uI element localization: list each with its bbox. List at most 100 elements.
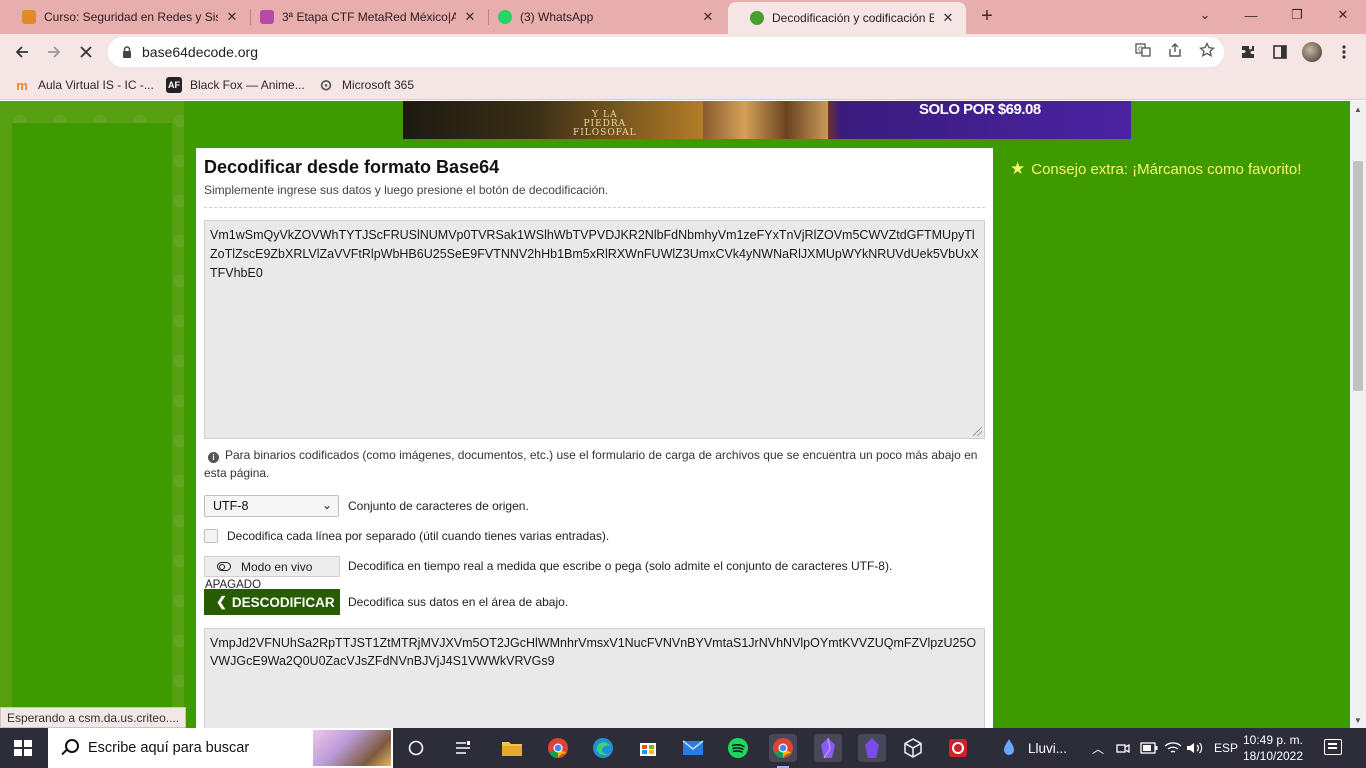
chevron-down-icon: ⌄ <box>321 498 332 512</box>
close-icon[interactable]: ✕ <box>700 9 716 25</box>
bookmark-label: Aula Virtual IS - IC -... <box>38 78 154 92</box>
decode-button-label: DESCODIFICAR <box>231 594 335 610</box>
base64-icon <box>750 11 764 25</box>
mail-icon[interactable] <box>679 734 707 762</box>
forward-button[interactable] <box>40 38 68 66</box>
tab-title: 3ª Etapa CTF MetaRed México|Ar <box>282 10 456 24</box>
line-by-line-checkbox[interactable] <box>204 529 218 543</box>
scrollbar-thumb[interactable] <box>1353 161 1363 391</box>
page-viewport: Y LA PIEDRA FILOSOFAL SOLO POR $69.08 De… <box>0 101 1350 728</box>
spotify-icon[interactable] <box>724 734 752 762</box>
whatsapp-icon <box>498 10 512 24</box>
address-bar[interactable]: base64decode.org <box>108 37 1224 67</box>
input-language[interactable]: ESP <box>1214 728 1238 768</box>
close-icon[interactable]: ✕ <box>940 10 956 26</box>
bookmark-microsoft-365[interactable]: ⊙ Microsoft 365 <box>318 76 414 94</box>
close-icon <box>80 46 92 58</box>
left-sidebar-panel <box>12 123 172 728</box>
tab-title: (3) WhatsApp <box>520 10 594 24</box>
close-window-button[interactable]: ✕ <box>1320 0 1366 30</box>
page-subtitle: Simplemente ingrese sus datos y luego pr… <box>204 183 609 197</box>
extensions-icon[interactable] <box>1238 42 1258 62</box>
tab-search-button[interactable]: ⌄ <box>1182 0 1228 30</box>
chrome-active-icon[interactable] <box>769 734 797 768</box>
task-view-icon[interactable] <box>402 734 430 762</box>
windows-start-icon[interactable] <box>14 740 32 756</box>
chevron-up-icon: ︿ <box>1092 741 1105 756</box>
side-panel-icon[interactable] <box>1270 42 1290 62</box>
status-bubble: Esperando a csm.da.us.criteo.... <box>0 707 187 728</box>
tray-camera-icon[interactable] <box>1116 728 1130 768</box>
toggle-icon <box>217 562 231 571</box>
show-hidden-icons[interactable]: ︿ <box>1092 728 1104 768</box>
app-red-icon[interactable] <box>944 734 972 762</box>
bookmark-label: Microsoft 365 <box>342 78 415 92</box>
chrome-icon[interactable] <box>544 734 572 762</box>
tab-base64[interactable]: Decodificación y codificación Base64 ✕ <box>728 2 966 34</box>
live-mode-toggle[interactable]: Modo en vivo <box>204 556 340 577</box>
output-text: VmpJd2VFNUhSa2RpTTJST1ZtMTRjMVJXVm5OT2JG… <box>210 636 977 668</box>
bookmark-black-fox[interactable]: AF Black Fox — Anime... <box>166 76 305 94</box>
bookmark-label: Black Fox — Anime... <box>190 78 305 92</box>
system-clock[interactable]: 10:49 p. m. 18/10/2022 <box>1236 732 1310 764</box>
ad-movie-title: Y LA PIEDRA FILOSOFAL <box>573 110 637 138</box>
tab-whatsapp[interactable]: (3) WhatsApp ✕ <box>476 0 726 34</box>
decode-button[interactable]: ❮ DESCODIFICAR <box>204 589 340 615</box>
widgets-icon[interactable] <box>449 734 477 762</box>
live-mode-label: Modo en vivo <box>241 559 313 574</box>
decode-description: Decodifica sus datos en el área de abajo… <box>348 595 569 609</box>
obsidian-window-icon[interactable] <box>858 734 886 762</box>
microsoft-store-icon[interactable] <box>634 734 662 762</box>
bookmark-star-icon[interactable] <box>1198 41 1216 59</box>
moodle-icon <box>22 10 36 24</box>
battery-icon[interactable] <box>1140 728 1158 768</box>
taskbar-search[interactable]: Escribe aquí para buscar <box>48 728 393 768</box>
ad-price: SOLO POR $69.08 <box>919 101 1041 118</box>
virtualbox-icon[interactable] <box>899 734 927 762</box>
volume-icon[interactable] <box>1186 728 1204 768</box>
profile-avatar[interactable] <box>1302 42 1322 62</box>
line-by-line-label[interactable]: Decodifica cada línea por separado (útil… <box>227 529 609 543</box>
arrow-right-icon <box>48 46 61 58</box>
browser-toolbar: base64decode.org G <box>0 34 1366 70</box>
search-highlight-image <box>313 730 391 766</box>
page-scrollbar[interactable]: ▲ ▼ <box>1350 101 1366 728</box>
back-button[interactable] <box>8 38 36 66</box>
lock-icon[interactable] <box>120 45 134 59</box>
scroll-down-icon[interactable]: ▼ <box>1350 712 1366 728</box>
charset-value: UTF-8 <box>213 499 249 513</box>
more-menu-icon[interactable] <box>1334 42 1354 62</box>
star-icon: ★ <box>1010 159 1026 178</box>
stop-button[interactable] <box>72 38 100 66</box>
search-icon <box>60 739 79 757</box>
charset-select[interactable]: UTF-8 ⌄ <box>204 495 339 517</box>
share-icon[interactable] <box>1166 41 1184 59</box>
tab-strip: Curso: Seguridad en Redes y Sistemas ✕ 3… <box>0 0 1366 34</box>
arrow-left-icon <box>15 46 28 58</box>
weather-widget[interactable]: Lluvi... <box>1000 728 1067 768</box>
globe-icon: ⊙ <box>319 77 333 94</box>
tab-ctf[interactable]: 3ª Etapa CTF MetaRed México|Ar ✕ <box>238 0 488 34</box>
scroll-up-icon[interactable]: ▲ <box>1350 101 1366 117</box>
live-mode-description: Decodifica en tiempo real a medida que e… <box>348 559 893 573</box>
tab-curso[interactable]: Curso: Seguridad en Redes y Sistemas ✕ <box>0 0 250 34</box>
charset-label: Conjunto de caracteres de origen. <box>348 499 529 513</box>
notification-center-icon[interactable] <box>1324 739 1342 755</box>
wifi-icon[interactable] <box>1164 728 1182 768</box>
bookmark-aula-virtual[interactable]: m Aula Virtual IS - IC -... <box>14 76 154 94</box>
obsidian-icon[interactable] <box>814 734 842 762</box>
file-explorer-icon[interactable] <box>498 734 526 762</box>
restore-button[interactable]: ❐ <box>1274 0 1320 30</box>
new-tab-button[interactable]: + <box>976 5 998 27</box>
translate-icon[interactable]: G <box>1134 41 1152 59</box>
minimize-button[interactable]: — <box>1228 0 1274 30</box>
url-text[interactable]: base64decode.org <box>142 44 258 60</box>
output-textarea[interactable]: VmpJd2VFNUhSa2RpTTJST1ZtMTRjMVJXVm5OT2JG… <box>204 628 985 728</box>
input-textarea[interactable]: Vm1wSmQyVkZOVWhTYTJScFRUSlNUMVp0TVRSak1W… <box>204 220 985 439</box>
ctf-icon <box>260 10 274 24</box>
resize-handle-icon[interactable] <box>973 427 982 436</box>
ad-banner[interactable]: Y LA PIEDRA FILOSOFAL SOLO POR $69.08 <box>403 101 1131 139</box>
page-title: Decodificar desde formato Base64 <box>204 157 500 177</box>
tab-title: Decodificación y codificación Base64 <box>772 11 934 25</box>
edge-icon[interactable] <box>589 734 617 762</box>
